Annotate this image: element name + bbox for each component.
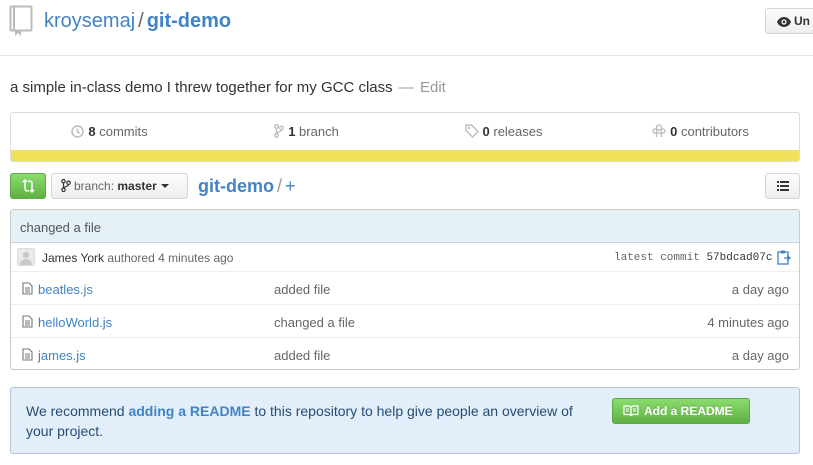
branch-prefix: branch:: [74, 179, 115, 193]
breadcrumb-separator: /: [277, 176, 283, 196]
add-readme-button[interactable]: Add a README: [612, 398, 750, 424]
readme-prompt-text: We recommend adding a README to this rep…: [26, 401, 586, 441]
file-commit-message[interactable]: changed a file: [274, 315, 355, 330]
add-readme-link[interactable]: adding a README: [128, 403, 250, 419]
commit-title: changed a file: [11, 210, 799, 243]
book-icon: [623, 405, 639, 417]
releases-stat[interactable]: 0 releases: [405, 113, 602, 151]
file-name-link[interactable]: beatles.js: [38, 282, 93, 297]
edit-description-link[interactable]: Edit: [420, 79, 446, 96]
file-icon: [22, 315, 33, 331]
breadcrumb: git-demo / +: [198, 175, 296, 197]
file-table: changed a file James York authored 4 min…: [10, 209, 800, 370]
file-row: beatles.js added file a day ago: [11, 272, 799, 305]
file-age: 4 minutes ago: [707, 315, 789, 330]
commits-label: commits: [99, 124, 148, 139]
branch-name: master: [117, 179, 157, 193]
clipboard-icon[interactable]: [777, 249, 792, 268]
compare-icon: [22, 179, 35, 193]
releases-label: releases: [493, 124, 543, 139]
releases-count: 0: [482, 124, 490, 139]
repo-name-link[interactable]: git-demo: [147, 10, 231, 32]
branch-icon: [61, 178, 71, 193]
file-row: helloWorld.js changed a file 4 minutes a…: [11, 305, 799, 338]
branches-label: branch: [299, 124, 339, 139]
readme-prompt: We recommend adding a README to this rep…: [10, 387, 800, 454]
description-dash: —: [398, 79, 414, 96]
add-file-link[interactable]: +: [285, 176, 296, 196]
list-icon: [777, 181, 789, 191]
file-row: james.js added file a day ago: [11, 338, 799, 369]
file-commit-message[interactable]: added file: [274, 348, 330, 363]
branch-icon: [274, 124, 285, 138]
file-name-link[interactable]: james.js: [38, 348, 86, 363]
commit-authored-text: authored 4 minutes ago: [107, 251, 234, 265]
commits-count: 8: [88, 124, 96, 139]
commit-sha[interactable]: 57bdcad07c: [706, 252, 772, 264]
add-readme-label: Add a README: [644, 404, 733, 418]
eye-icon: [777, 16, 791, 30]
watch-button[interactable]: Un: [765, 8, 813, 34]
organization-icon: [652, 124, 666, 137]
history-icon: [71, 125, 85, 138]
branches-stat[interactable]: 1 branch: [208, 113, 405, 151]
contributors-label: contributors: [680, 124, 749, 139]
latest-commit-label: latest commit: [614, 252, 700, 264]
latest-commit: latest commit 57bdcad07c: [614, 252, 772, 264]
chevron-down-icon: [160, 184, 169, 188]
owner-link[interactable]: kroysemaj: [44, 10, 135, 32]
author-line: James York authored 4 minutes ago: [42, 251, 233, 265]
branches-count: 1: [288, 124, 296, 139]
title-separator: /: [138, 10, 144, 32]
commit-meta: James York authored 4 minutes ago latest…: [11, 243, 799, 272]
file-icon: [22, 282, 33, 298]
commit-author[interactable]: James York: [42, 251, 104, 265]
readme-text-before: We recommend: [26, 403, 125, 419]
repo-description: a simple in-class demo I threw together …: [10, 78, 446, 98]
contributors-count: 0: [670, 124, 678, 139]
contributors-stat[interactable]: 0 contributors: [602, 113, 799, 151]
file-name-link[interactable]: helloWorld.js: [38, 315, 112, 330]
file-commit-message[interactable]: added file: [274, 282, 330, 297]
list-view-button[interactable]: [765, 173, 800, 199]
avatar[interactable]: [17, 248, 35, 266]
commits-stat[interactable]: 8 commits: [11, 113, 208, 151]
compare-button[interactable]: [10, 173, 46, 199]
repo-title: kroysemaj / git-demo: [44, 8, 231, 34]
breadcrumb-repo-link[interactable]: git-demo: [198, 176, 274, 196]
watch-label: Un: [794, 14, 810, 28]
repo-header: kroysemaj / git-demo Un: [0, 0, 813, 56]
commit-message[interactable]: changed a file: [20, 220, 101, 235]
repo-stats: 8 commits 1 branch 0 releases 0 contribu…: [10, 112, 800, 162]
branch-select[interactable]: branch: master: [51, 173, 188, 199]
description-text: a simple in-class demo I threw together …: [10, 79, 393, 96]
language-bar[interactable]: [11, 150, 799, 161]
tag-icon: [464, 124, 479, 138]
file-age: a day ago: [731, 282, 789, 297]
file-age: a day ago: [731, 348, 789, 363]
repo-icon: [9, 5, 33, 37]
file-icon: [22, 348, 33, 364]
